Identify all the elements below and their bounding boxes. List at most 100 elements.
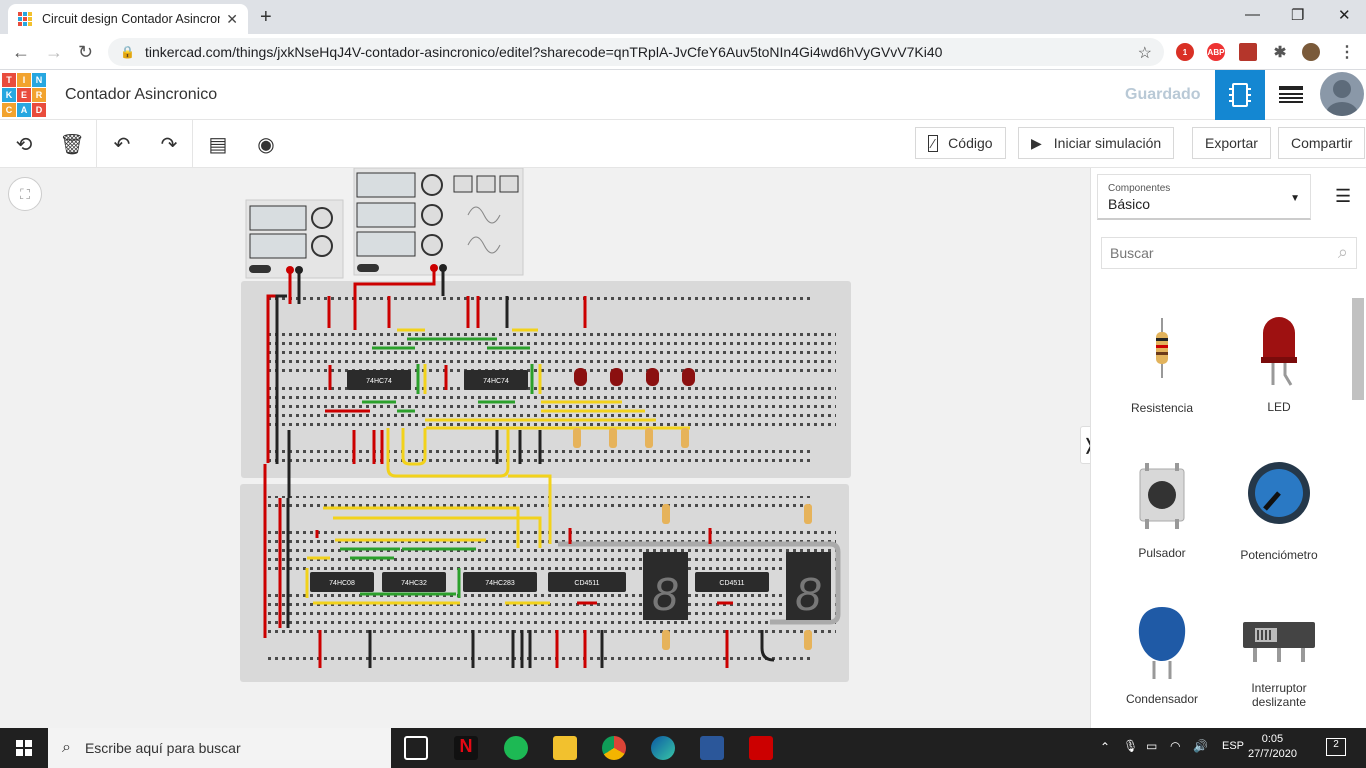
tinkercad-logo[interactable]: T I N K E R C A D xyxy=(2,73,46,117)
close-tab-icon[interactable]: ✕ xyxy=(226,11,238,28)
component-list-button[interactable] xyxy=(1266,70,1316,120)
potentiometer-icon xyxy=(1248,462,1310,524)
components-panel: Componentes Básico ▼ ☰ Buscar ⌕ Resisten… xyxy=(1090,168,1366,728)
component-led[interactable]: LED xyxy=(1224,313,1334,414)
save-status: Guardado xyxy=(1125,86,1201,103)
notes-icon[interactable]: ▤ xyxy=(206,132,230,156)
url-field[interactable]: 🔒 tinkercad.com/things/jxkNseHqJ4V-conta… xyxy=(108,38,1164,66)
svg-text:CD4511: CD4511 xyxy=(719,580,744,587)
share-button[interactable]: Compartir xyxy=(1278,127,1366,159)
wifi-icon[interactable]: ◠ xyxy=(1170,739,1180,753)
component-potentiometer[interactable]: Potenciómetro xyxy=(1224,461,1334,562)
design-title[interactable]: Contador Asincronico xyxy=(65,86,217,104)
new-tab-button[interactable]: + xyxy=(260,6,272,29)
code-icon: ⁄ xyxy=(928,134,939,152)
capacitor-icon xyxy=(1138,607,1186,679)
svg-text:74HC74: 74HC74 xyxy=(366,378,392,385)
component-search-input[interactable]: Buscar ⌕ xyxy=(1101,237,1357,269)
chip-cd4511-a[interactable]: CD4511 xyxy=(548,572,626,592)
back-icon[interactable]: ← xyxy=(12,42,30,63)
tray-chevron-icon[interactable]: ⌃ xyxy=(1100,740,1110,754)
circuit-view-button[interactable] xyxy=(1215,70,1265,120)
windows-start-icon[interactable] xyxy=(16,740,32,761)
circuit-canvas[interactable]: ⛶ 74HC74 74HC74 74HC08 74HC32 74HC283 CD… xyxy=(0,168,1098,728)
search-icon: ⌕ xyxy=(1337,242,1348,262)
export-button[interactable]: Exportar xyxy=(1192,127,1271,159)
resistor-icon xyxy=(1156,318,1168,378)
word-icon[interactable] xyxy=(700,736,724,760)
play-icon: ▶ xyxy=(1031,134,1042,151)
component-capacitor[interactable]: Condensador xyxy=(1107,603,1217,706)
code-button[interactable]: ⁄ Código xyxy=(915,127,1006,159)
chip-74hc74-a[interactable]: 74HC74 xyxy=(347,370,411,390)
svg-text:74HC74: 74HC74 xyxy=(483,378,509,385)
breadboard-top[interactable] xyxy=(241,281,851,478)
bookmark-star-icon[interactable]: ☆ xyxy=(1138,43,1152,63)
browser-tab-bar: Circuit design Contador Asincron ✕ + — ❐… xyxy=(0,0,1366,34)
extensions-puzzle-icon[interactable]: ✱ xyxy=(1271,43,1289,61)
lock-icon: 🔒 xyxy=(120,45,135,59)
pdf-extension-icon[interactable] xyxy=(1239,43,1257,61)
svg-text:74HC08: 74HC08 xyxy=(329,580,355,587)
table-list-icon xyxy=(1279,86,1303,103)
clock[interactable]: 0:05 27/7/2020 xyxy=(1248,732,1297,762)
rotate-icon[interactable]: ⟲ xyxy=(12,132,36,156)
circuit-drawing: 74HC74 74HC74 74HC08 74HC32 74HC283 CD45… xyxy=(240,168,851,682)
component-pushbutton[interactable]: Pulsador xyxy=(1107,463,1217,560)
chip-74hc283[interactable]: 74HC283 xyxy=(463,572,537,592)
tab-title: Circuit design Contador Asincron xyxy=(42,12,221,26)
acrobat-icon[interactable] xyxy=(749,736,773,760)
led-icon xyxy=(1261,317,1297,386)
component-resistor[interactable]: Resistencia xyxy=(1107,318,1217,415)
seven-segment-display-a[interactable]: 8 xyxy=(643,552,688,620)
delete-icon[interactable]: 🗑 xyxy=(59,132,84,156)
microphone-icon[interactable]: 🎙 xyxy=(1123,739,1138,753)
chip-74hc08[interactable]: 74HC08 xyxy=(310,572,374,592)
windows-taskbar: ⌕ Escribe aquí para buscar N ⌃ 🎙 ▭ ◠ 🔊 E… xyxy=(0,728,1366,768)
redo-icon[interactable]: ↷ xyxy=(157,132,181,156)
reload-icon[interactable]: ↻ xyxy=(78,42,93,63)
chrome-menu-icon[interactable]: ⋮ xyxy=(1338,43,1356,61)
edge-icon[interactable] xyxy=(651,736,675,760)
profile-avatar[interactable] xyxy=(1302,43,1320,61)
visibility-icon[interactable]: ◉ xyxy=(254,132,278,156)
file-explorer-icon[interactable] xyxy=(553,736,577,760)
start-simulation-button[interactable]: ▶ Iniciar simulación xyxy=(1018,127,1175,159)
spotify-icon[interactable] xyxy=(504,736,528,760)
language-indicator[interactable]: ESP xyxy=(1222,740,1244,752)
forward-icon[interactable]: → xyxy=(45,42,63,63)
components-dropdown[interactable]: Componentes Básico ▼ xyxy=(1097,174,1311,220)
pushbutton-icon xyxy=(1139,463,1185,529)
list-view-icon[interactable]: ☰ xyxy=(1335,186,1351,207)
svg-text:CD4511: CD4511 xyxy=(574,580,599,587)
maximize-icon[interactable]: ❐ xyxy=(1291,6,1304,24)
power-supply-1[interactable] xyxy=(245,199,344,279)
component-slide-switch[interactable]: Interruptor deslizante xyxy=(1224,618,1334,709)
adblock-icon[interactable]: ABP xyxy=(1207,43,1225,61)
url-text: tinkercad.com/things/jxkNseHqJ4V-contado… xyxy=(144,44,943,60)
editor-toolbar: ⟲ 🗑 ↶ ↷ ▤ ◉ ⁄ Código ▶ Iniciar simulación … xyxy=(0,120,1366,168)
close-window-icon[interactable]: ✕ xyxy=(1338,6,1351,24)
function-generator[interactable] xyxy=(353,168,524,276)
undo-icon[interactable]: ↶ xyxy=(110,132,134,156)
volume-icon[interactable]: 🔊 xyxy=(1193,739,1208,753)
extension-badge-icon[interactable]: 1 xyxy=(1176,43,1194,61)
minimize-icon[interactable]: — xyxy=(1245,6,1260,23)
chrome-icon[interactable] xyxy=(602,736,626,760)
battery-icon[interactable]: ▭ xyxy=(1146,739,1157,753)
chip-cd4511-b[interactable]: CD4511 xyxy=(695,572,769,592)
chip-74hc32[interactable]: 74HC32 xyxy=(382,572,446,592)
user-avatar[interactable] xyxy=(1320,72,1364,116)
seven-segment-display-b[interactable]: 8 xyxy=(786,552,831,620)
chip-74hc74-b[interactable]: 74HC74 xyxy=(464,370,528,390)
tinkercad-favicon-icon xyxy=(18,12,32,26)
taskbar-search-input[interactable]: ⌕ Escribe aquí para buscar xyxy=(48,728,391,768)
notifications-icon[interactable]: 2 xyxy=(1326,738,1346,756)
dropdown-caret-icon: ▼ xyxy=(1290,193,1300,204)
svg-text:8: 8 xyxy=(795,568,821,620)
app-header: T I N K E R C A D Contador Asincronico G… xyxy=(0,70,1366,120)
task-view-icon[interactable] xyxy=(404,736,428,760)
panel-scrollbar[interactable] xyxy=(1352,298,1364,400)
browser-tab[interactable]: Circuit design Contador Asincron ✕ xyxy=(8,4,248,34)
netflix-icon[interactable]: N xyxy=(454,736,478,760)
